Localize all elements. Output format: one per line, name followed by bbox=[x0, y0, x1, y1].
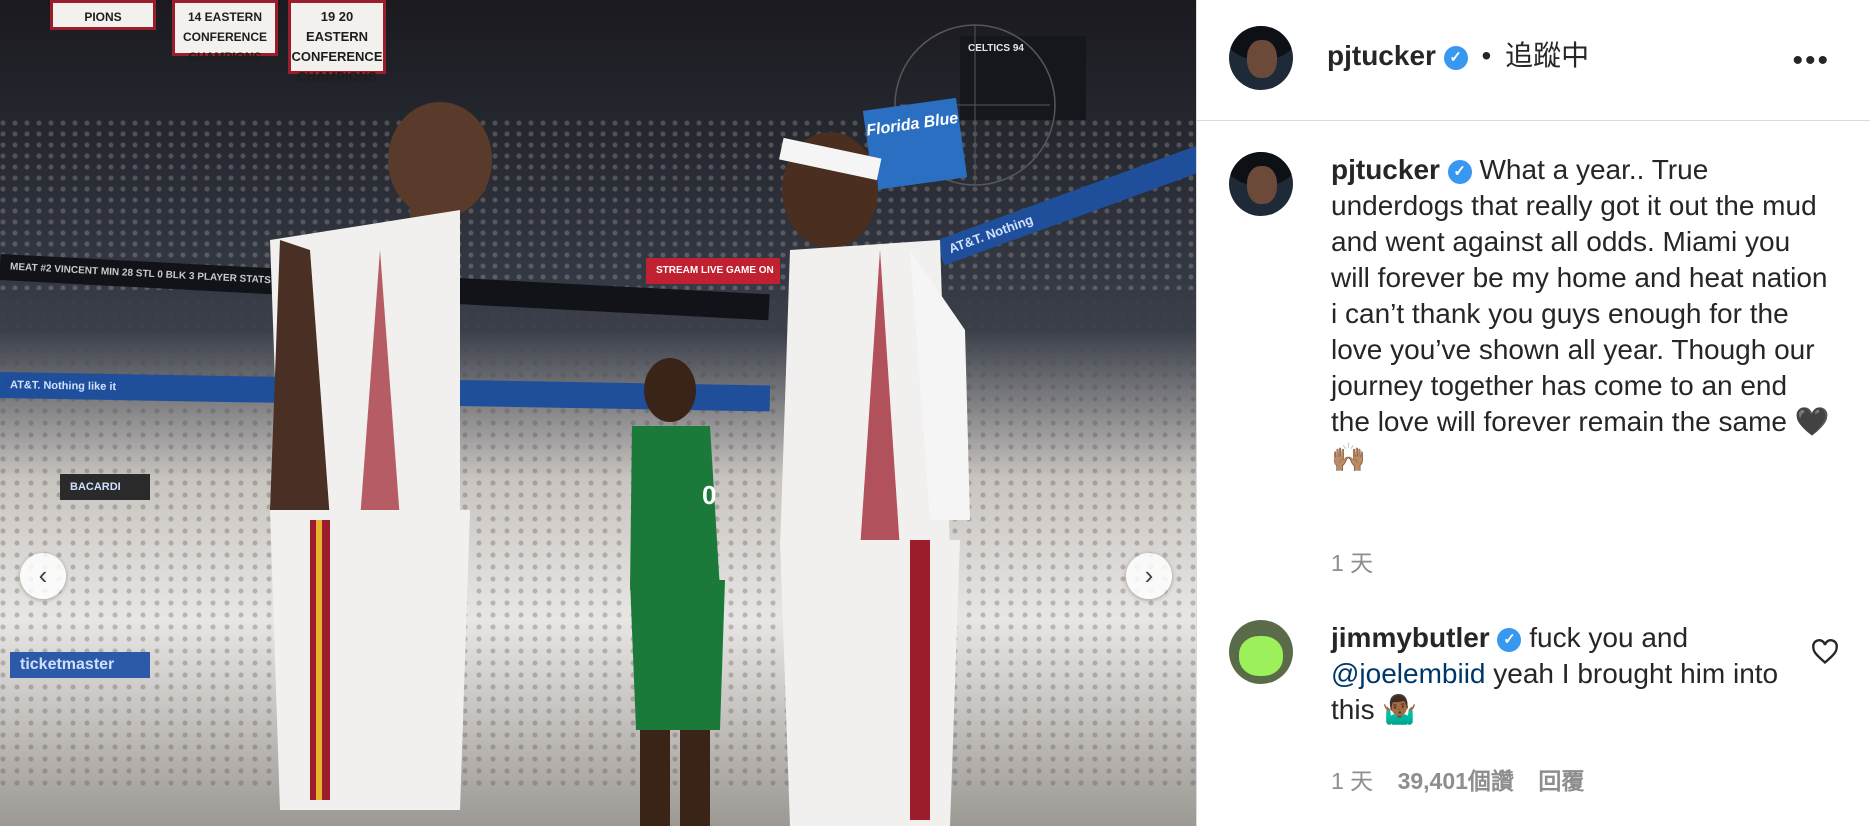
championship-banner-2: 14 EASTERN CONFERENCE CHAMPIONS bbox=[172, 0, 278, 64]
previous-photo-button[interactable]: ‹ bbox=[20, 553, 66, 599]
comment-text-before: fuck you and bbox=[1529, 622, 1689, 653]
post-header: pjtucker ✓ • 追蹤中 ••• bbox=[1197, 0, 1870, 121]
follow-status-button[interactable]: 追蹤中 bbox=[1505, 40, 1589, 71]
like-heart-icon[interactable] bbox=[1811, 638, 1839, 666]
caption-avatar[interactable] bbox=[1229, 152, 1293, 216]
comment-timestamp[interactable]: 1 天 bbox=[1331, 768, 1373, 794]
comment-username[interactable]: jimmybutler bbox=[1331, 622, 1490, 653]
header-user-line: pjtucker ✓ • 追蹤中 bbox=[1327, 38, 1589, 74]
caption-verified-icon: ✓ bbox=[1447, 159, 1472, 184]
header-username[interactable]: pjtucker bbox=[1327, 40, 1436, 71]
post-details-panel: pjtucker ✓ • 追蹤中 ••• pjtucker ✓ What a y… bbox=[1196, 0, 1870, 826]
comment-meta: 1 天 39,401個讚 回覆 bbox=[1331, 762, 1584, 796]
verified-badge-icon: ✓ bbox=[1443, 45, 1468, 70]
championship-banner-1: PIONS bbox=[50, 0, 156, 30]
more-options-icon[interactable]: ••• bbox=[1792, 44, 1830, 78]
lower-crowd bbox=[0, 300, 1196, 786]
comment-likes[interactable]: 39,401個讚 bbox=[1398, 768, 1514, 794]
comment-mention-link[interactable]: @joelembiid bbox=[1331, 658, 1486, 689]
header-separator: • bbox=[1481, 40, 1492, 71]
championship-banner-3: 19 20 EASTERN CONFERENCE CHAMPIONS bbox=[288, 0, 386, 84]
comment-verified-icon: ✓ bbox=[1497, 627, 1522, 652]
header-avatar[interactable] bbox=[1229, 26, 1293, 90]
bacardi-sign: BACARDI bbox=[60, 474, 150, 500]
comment: jimmybutler ✓ fuck you and @joelembiid y… bbox=[1331, 620, 1791, 728]
player-right-figure bbox=[779, 132, 970, 826]
ticketmaster-sign: ticketmaster bbox=[10, 652, 150, 678]
caption: pjtucker ✓ What a year.. True underdogs … bbox=[1331, 152, 1831, 476]
jersey-number: 0 bbox=[702, 480, 717, 510]
caption-username[interactable]: pjtucker bbox=[1331, 154, 1440, 185]
caption-text: What a year.. True underdogs that really… bbox=[1331, 154, 1830, 473]
player-left-figure bbox=[270, 102, 492, 810]
player-center-figure bbox=[630, 358, 725, 826]
comment-avatar[interactable] bbox=[1229, 620, 1293, 684]
post-photo[interactable]: PIONS 14 EASTERN CONFERENCE CHAMPIONS 19… bbox=[0, 0, 1196, 826]
caption-timestamp[interactable]: 1 天 bbox=[1331, 544, 1373, 578]
next-photo-button[interactable]: › bbox=[1126, 553, 1172, 599]
reply-button[interactable]: 回覆 bbox=[1538, 768, 1584, 794]
